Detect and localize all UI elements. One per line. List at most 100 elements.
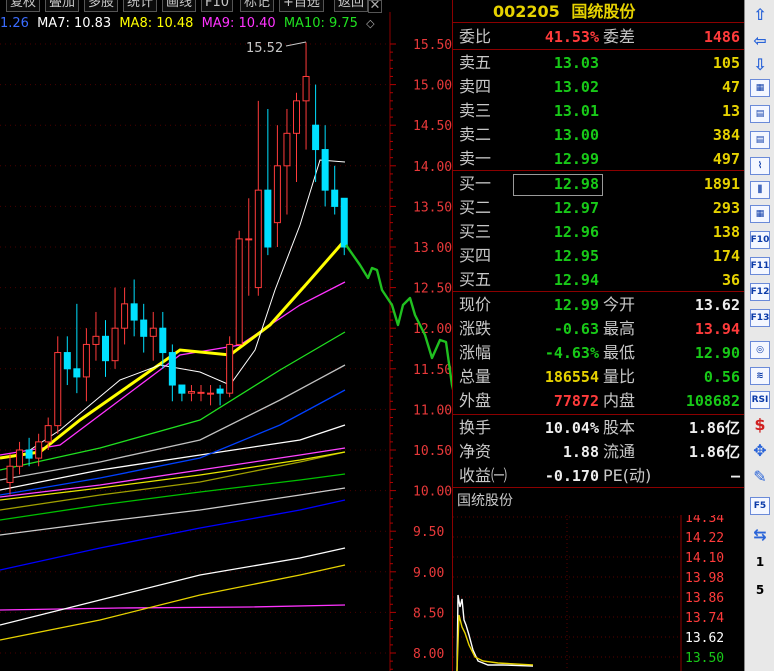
candle[interactable]	[63, 352, 71, 370]
candle[interactable]	[216, 388, 224, 394]
quote-panel: 002205 国统股份 委比 41.53% 委差 1486 卖五 13.03 105…	[452, 0, 745, 671]
candle[interactable]	[111, 327, 119, 362]
sidebar-tool-20-icon[interactable]: ⇆	[749, 524, 771, 544]
sidebar-tool-10-icon[interactable]: F11	[749, 256, 771, 276]
sidebar-tool-5-icon[interactable]: ▤	[749, 130, 771, 150]
fund-1[interactable]: 净资 1.88 流通 1.86亿	[453, 440, 743, 464]
candle[interactable]	[245, 238, 253, 241]
f10-button[interactable]: F10	[201, 0, 234, 12]
stat-3[interactable]: 总量 186554 量比 0.56	[453, 365, 743, 389]
price-axis-label: 15.50	[413, 38, 452, 53]
stat-4[interactable]: 外盘 77872 内盘 108682	[453, 389, 743, 413]
bid-level-2[interactable]: 买二 12.97 293	[453, 196, 743, 220]
candle[interactable]	[207, 392, 215, 395]
candle[interactable]	[159, 327, 167, 354]
sidebar-tool-12-icon[interactable]: F13	[749, 308, 771, 328]
sidebar-tool-8-icon[interactable]: ▦	[749, 204, 771, 224]
fund-2-value: -0.170	[544, 467, 599, 485]
add-watchlist-button[interactable]: +自选	[279, 0, 324, 12]
bid-level-3[interactable]: 买三 12.96 138	[453, 220, 743, 244]
kline-chart[interactable]: 15.5015.0014.5014.0013.5013.0012.5012.00…	[0, 12, 452, 671]
ask-level-2-label: 卖二	[459, 125, 492, 144]
sidebar-tool-22-icon[interactable]: 5	[749, 580, 771, 600]
weibi-label: 委比	[459, 27, 492, 46]
candle[interactable]	[73, 368, 81, 378]
fund-0-value2: 1.86亿	[688, 419, 740, 437]
mark-button[interactable]: 标记	[240, 0, 275, 12]
sidebar-tool-2-icon[interactable]: ⇩	[749, 54, 771, 74]
sidebar-tool-6-icon[interactable]: ⌇	[749, 156, 771, 176]
sidebar-tool-16-icon[interactable]: $	[749, 414, 771, 434]
back-button[interactable]: 返回	[334, 0, 369, 12]
sidebar-tool-18-icon[interactable]: ✎	[749, 466, 771, 486]
ask-level-1[interactable]: 卖一 12.99 497	[453, 147, 743, 171]
stat-2[interactable]: 涨幅 -4.63% 最低 12.90	[453, 341, 743, 365]
sidebar-tool-4-icon[interactable]: ▤	[749, 104, 771, 124]
bid-level-5[interactable]: 买五 12.94 36	[453, 268, 743, 292]
restore-rights-button[interactable]: 复权	[6, 0, 41, 12]
chart-toolbar: 复权 叠加 多股 统计 画线 F10 标记 +自选 返回	[0, 0, 452, 12]
sidebar-tool-9-icon[interactable]: F10	[749, 230, 771, 250]
candle[interactable]	[92, 335, 100, 345]
sidebar-tool-7-icon[interactable]: ⫼	[749, 180, 771, 200]
sidebar-tool-15-icon[interactable]: RSI	[749, 390, 771, 410]
ask-level-4[interactable]: 卖四 13.02 47	[453, 75, 743, 99]
legend-diamond-icon[interactable]: ◇	[366, 17, 374, 30]
candle[interactable]	[235, 238, 243, 345]
candle[interactable]	[340, 197, 348, 248]
sidebar-tool-13-icon[interactable]: ◎	[749, 340, 771, 360]
ma6-value: 1.26	[0, 16, 29, 31]
sidebar-tool-21-icon[interactable]: 1	[749, 552, 771, 572]
multi-stock-button[interactable]: 多股	[84, 0, 119, 12]
sidebar-tool-1-icon[interactable]: ⇦	[749, 30, 771, 50]
candle[interactable]	[168, 352, 176, 386]
candle[interactable]	[302, 75, 310, 102]
candle[interactable]	[283, 132, 291, 167]
candle[interactable]	[102, 335, 109, 362]
ask-level-5[interactable]: 卖五 13.03 105	[453, 51, 743, 75]
ask-level-2[interactable]: 卖二 13.00 384	[453, 123, 743, 147]
candle[interactable]	[54, 352, 62, 427]
sidebar-tool-17-icon[interactable]: ✥	[749, 440, 771, 460]
statistics-button[interactable]: 统计	[123, 0, 158, 12]
intraday-mini-chart[interactable]: 14.34 14.22 14.10 13.98 13.86 13.74 13.62 13.50	[453, 515, 745, 671]
candle[interactable]	[178, 384, 186, 394]
fund-2[interactable]: 收益㈠ -0.170 PE(动) –	[453, 464, 743, 488]
overlay-button[interactable]: 叠加	[45, 0, 80, 12]
candle[interactable]	[293, 100, 300, 134]
candle[interactable]	[331, 189, 339, 207]
stat-0[interactable]: 现价 12.99 今开 13.62	[453, 293, 743, 317]
candle[interactable]	[312, 124, 320, 151]
bid-level-4[interactable]: 买四 12.95 174	[453, 244, 743, 268]
fund-0[interactable]: 换手 10.04% 股本 1.86亿	[453, 416, 743, 440]
candle[interactable]	[44, 425, 52, 443]
draw-line-button[interactable]: 画线	[162, 0, 197, 12]
candle[interactable]	[130, 303, 138, 321]
candle[interactable]	[197, 391, 205, 394]
sidebar-tool-0-icon[interactable]: ⇧	[749, 4, 771, 24]
candle[interactable]	[82, 343, 90, 378]
sidebar-tool-3-icon[interactable]: ▦	[749, 78, 771, 98]
bid-level-1[interactable]: 买一 12.98 1891	[453, 172, 743, 196]
candle[interactable]	[149, 327, 157, 337]
stat-3-value: 186554	[544, 368, 599, 386]
ask-level-3[interactable]: 卖三 13.01 13	[453, 99, 743, 123]
candle[interactable]	[273, 165, 281, 224]
candle[interactable]	[187, 391, 195, 394]
candle[interactable]	[16, 449, 24, 467]
sidebar-tool-11-icon[interactable]: F12	[749, 282, 771, 302]
candle[interactable]	[264, 189, 272, 248]
close-icon[interactable]: ✕	[368, 0, 382, 13]
candle[interactable]	[35, 441, 43, 459]
ma8-value: MA8: 10.48	[119, 16, 194, 31]
candle[interactable]	[6, 465, 14, 483]
candle[interactable]	[254, 189, 262, 289]
candle[interactable]	[321, 149, 329, 191]
candle[interactable]	[25, 449, 33, 459]
sidebar-tool-14-icon[interactable]: ≋	[749, 366, 771, 386]
sidebar-tool-19-icon[interactable]: F5	[749, 496, 771, 516]
candle[interactable]	[121, 303, 129, 329]
stat-1[interactable]: 涨跌 -0.63 最高 13.94	[453, 317, 743, 341]
candle[interactable]	[226, 343, 234, 394]
candle[interactable]	[140, 319, 148, 337]
